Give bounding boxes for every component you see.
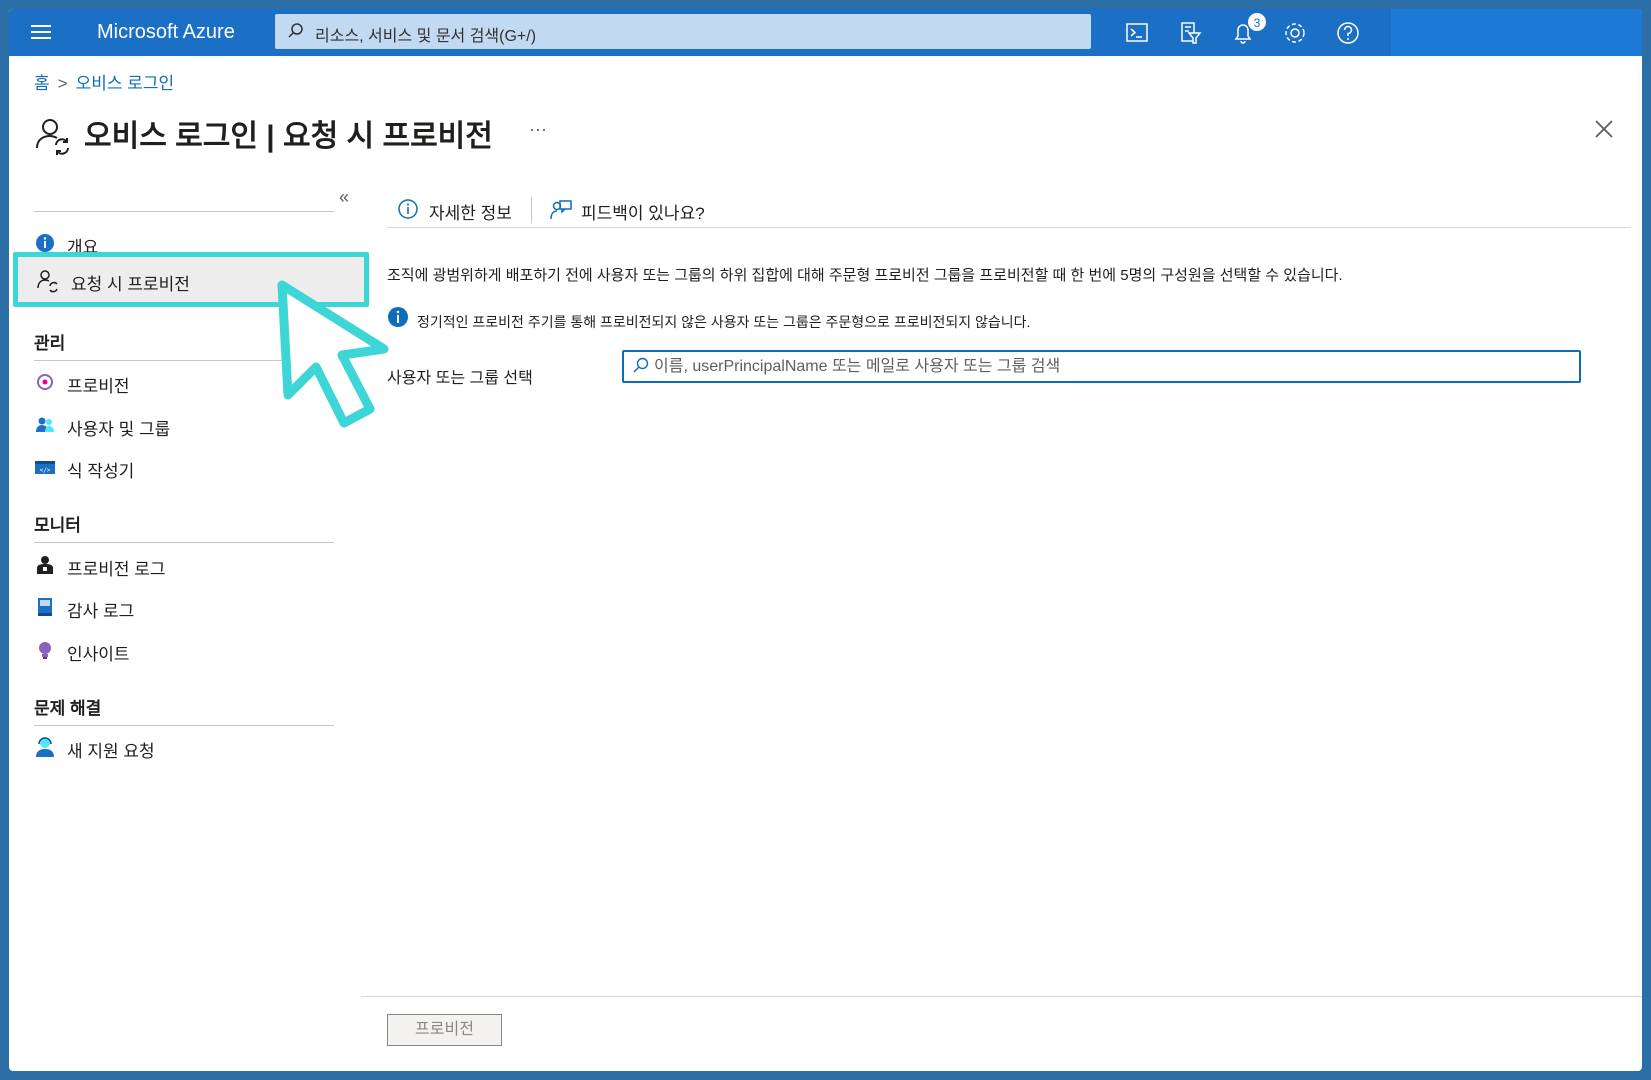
- sidebar-item-insights[interactable]: 인사이트: [34, 633, 334, 667]
- insights-icon: [39, 642, 51, 659]
- sidebar-item-label: 프로비전 로그: [67, 560, 166, 579]
- cursor-arrow-icon: [277, 280, 389, 428]
- breadcrumb-separator: >: [57, 74, 68, 93]
- close-icon[interactable]: [1591, 116, 1617, 142]
- support-request-icon: [36, 737, 54, 757]
- info-banner-text: 정기적인 프로비전 주기를 통해 프로비전되지 않은 사용자 또는 그룹은 주문…: [417, 314, 1031, 330]
- sidebar-item-label: 인사이트: [67, 645, 130, 664]
- info-icon: [36, 234, 54, 252]
- more-options-button[interactable]: ···: [529, 119, 547, 140]
- help-icon[interactable]: [1332, 17, 1364, 49]
- toolbar-divider-line: [387, 227, 1631, 228]
- sidebar-item-audit-logs[interactable]: 감사 로그: [34, 590, 334, 624]
- sidebar-item-expression-builder[interactable]: </> 식 작성기: [34, 450, 334, 484]
- sidebar-divider: [34, 211, 334, 212]
- azure-portal-window: Microsoft Azure 리소스, 서비스 및 문서 검색(G+/) 3: [9, 9, 1642, 1071]
- svg-text:</>: </>: [40, 467, 51, 474]
- global-search-input[interactable]: 리소스, 서비스 및 문서 검색(G+/): [275, 14, 1091, 49]
- brand-name[interactable]: Microsoft Azure: [97, 21, 235, 44]
- sidebar-item-label: 새 지원 요청: [67, 742, 155, 761]
- sidebar-item-label: 사용자 및 그룹: [67, 420, 171, 439]
- user-group-search-input[interactable]: [654, 354, 1574, 380]
- breadcrumb-home[interactable]: 홈: [34, 74, 50, 93]
- select-user-group-label: 사용자 또는 그룹 선택: [387, 370, 533, 387]
- sidebar-item-label: 프로비전: [67, 377, 130, 396]
- breadcrumb: 홈 > 오비스 로그인: [34, 69, 174, 94]
- sidebar-item-label: 식 작성기: [67, 462, 135, 481]
- settings-icon[interactable]: [1279, 17, 1311, 49]
- provisioning-log-icon: [37, 556, 53, 574]
- top-bar: Microsoft Azure 리소스, 서비스 및 문서 검색(G+/) 3: [9, 9, 1642, 56]
- sidebar-group-monitor: 모니터: [34, 516, 81, 535]
- sidebar-item-provisioning-logs[interactable]: 프로비전 로그: [34, 548, 334, 582]
- notification-badge: 3: [1247, 12, 1267, 32]
- feedback-label: 피드백이 있나요?: [581, 204, 705, 223]
- description-text: 조직에 광범위하게 배포하기 전에 사용자 또는 그룹의 하위 집합에 대해 주…: [387, 267, 1343, 284]
- sidebar-item-label: 요청 시 프로비전: [71, 275, 190, 294]
- learn-more-label: 자세한 정보: [429, 204, 512, 223]
- sidebar-item-label: 감사 로그: [67, 602, 135, 621]
- info-outline-icon: [398, 199, 418, 219]
- sidebar-divider: [34, 542, 334, 543]
- sidebar-group-manage: 관리: [34, 334, 66, 353]
- user-sync-icon: [37, 270, 58, 293]
- sidebar-group-troubleshooting: 문제 해결: [34, 699, 102, 718]
- account-area[interactable]: [1391, 9, 1642, 56]
- sidebar-item-new-support-request[interactable]: 새 지원 요청: [34, 730, 334, 764]
- toolbar-divider: [531, 197, 532, 223]
- user-sync-icon: [36, 119, 69, 155]
- breadcrumb-current[interactable]: 오비스 로그인: [76, 74, 175, 93]
- feedback-button[interactable]: 피드백이 있나요?: [549, 196, 729, 226]
- search-icon: [633, 357, 649, 373]
- sidebar-divider: [34, 725, 334, 726]
- users-groups-icon: [36, 417, 54, 432]
- user-group-search-field[interactable]: [622, 350, 1581, 383]
- audit-log-icon: [38, 598, 52, 616]
- page-title: 오비스 로그인 | 요청 시 프로비전: [84, 120, 493, 153]
- collapse-sidebar-button[interactable]: «: [339, 187, 349, 208]
- hamburger-menu-icon[interactable]: [29, 21, 53, 43]
- search-icon: [288, 23, 303, 38]
- directory-filter-icon[interactable]: [1174, 17, 1206, 49]
- cloud-shell-icon[interactable]: [1121, 17, 1153, 49]
- provisioning-icon: [37, 374, 53, 390]
- learn-more-button[interactable]: 자세한 정보: [397, 196, 527, 226]
- global-search-placeholder: 리소스, 서비스 및 문서 검색(G+/): [315, 28, 537, 45]
- feedback-icon: [550, 200, 572, 220]
- footer-divider: [361, 996, 1642, 997]
- expression-builder-icon: </>: [35, 461, 55, 474]
- provision-button[interactable]: 프로비전: [387, 1014, 502, 1046]
